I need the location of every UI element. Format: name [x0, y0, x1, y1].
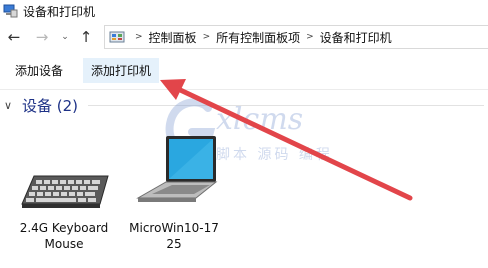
title-bar: 设备和打印机 — [0, 0, 488, 22]
command-bar: 添加设备 添加打印机 — [0, 52, 488, 90]
add-printer-button[interactable]: 添加打印机 — [83, 58, 160, 83]
keyboard-icon — [21, 175, 109, 208]
back-button[interactable]: ← — [4, 26, 24, 48]
window-title: 设备和打印机 — [23, 4, 96, 19]
device-item-laptop[interactable]: MicroWin10-1725 — [124, 130, 224, 252]
breadcrumb-separator[interactable]: > — [135, 32, 143, 42]
control-panel-icon — [109, 31, 125, 43]
section-label: 设备 (2) — [22, 96, 79, 115]
device-thumbnail — [16, 130, 112, 214]
breadcrumb-control-panel[interactable]: 控制面板 — [149, 29, 197, 46]
breadcrumb-all-control-panel-items[interactable]: 所有控制面板项 — [216, 29, 300, 46]
add-device-button[interactable]: 添加设备 — [7, 58, 71, 83]
breadcrumb-devices-and-printers[interactable]: 设备和打印机 — [320, 29, 392, 46]
breadcrumb-separator[interactable]: > — [203, 32, 211, 42]
recent-locations-dropdown[interactable]: ⌄ — [58, 26, 72, 48]
forward-button[interactable]: → — [32, 26, 52, 48]
devices-printers-icon — [3, 4, 18, 18]
collapse-chevron-icon[interactable]: ∨ — [4, 99, 18, 112]
watermark-subtitle: 脚本 源码 编程 — [216, 147, 333, 163]
laptop-icon — [136, 136, 218, 202]
section-divider — [88, 104, 484, 106]
device-thumbnail — [126, 130, 222, 214]
device-name: MicroWin10-1725 — [129, 221, 219, 251]
breadcrumb-separator[interactable]: > — [306, 32, 314, 42]
address-bar[interactable]: > 控制面板 > 所有控制面板项 > 设备和打印机 — [104, 25, 488, 49]
navigation-bar: ← → ⌄ ↑ > 控制面板 > 所有控制面板项 > 设备和打印机 — [0, 22, 488, 52]
devices-section-header[interactable]: ∨ 设备 (2) — [0, 94, 488, 116]
up-button[interactable]: ↑ — [76, 26, 96, 48]
device-item-keyboard[interactable]: 2.4G Keyboard Mouse — [14, 130, 114, 252]
device-name: 2.4G Keyboard Mouse — [19, 221, 109, 251]
